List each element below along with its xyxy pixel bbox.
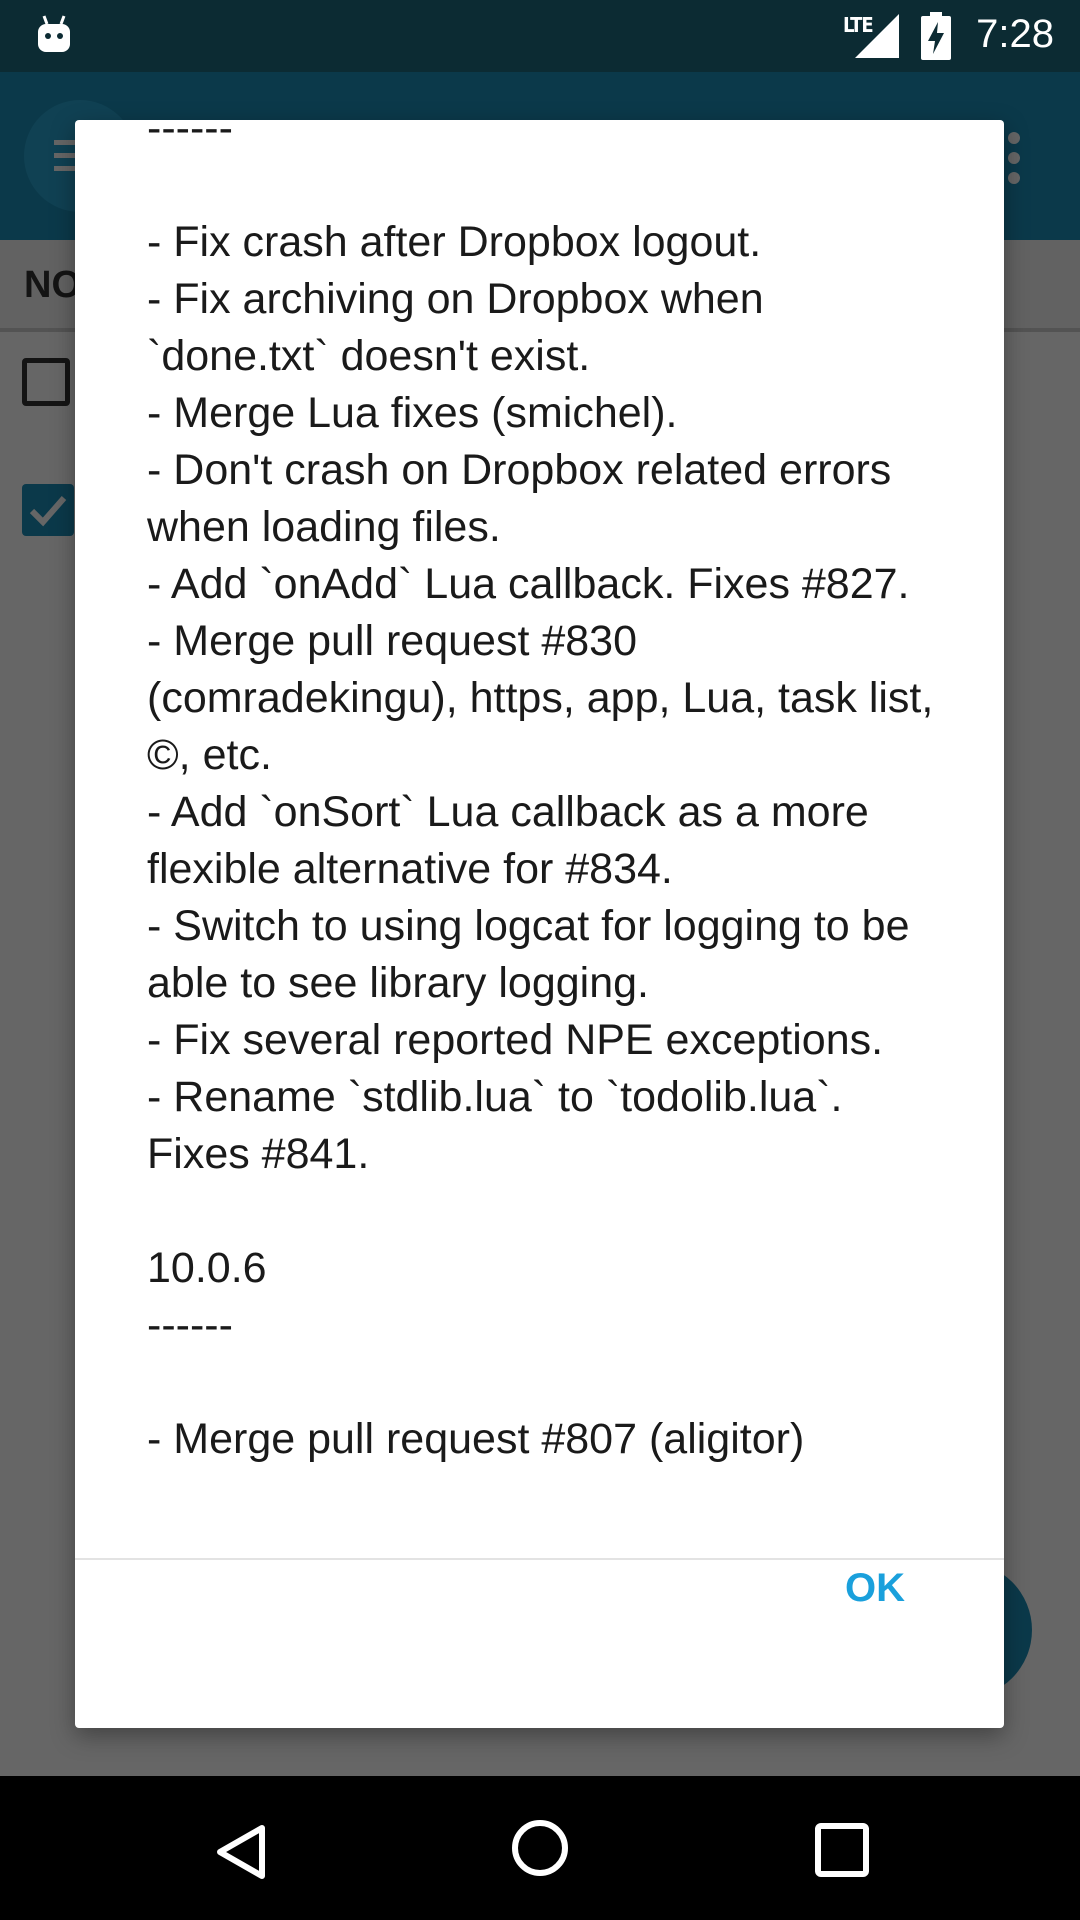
android-icon xyxy=(38,15,70,52)
signal-icon xyxy=(855,14,899,58)
ok-button[interactable]: OK xyxy=(820,1560,930,1616)
changelog-text: ------ - Fix crash after Dropbox logout.… xyxy=(147,120,934,1463)
recents-icon[interactable] xyxy=(812,1820,872,1880)
back-icon[interactable] xyxy=(212,1822,272,1882)
changelog-dialog: ------ - Fix crash after Dropbox logout.… xyxy=(75,120,1004,1728)
status-bar: LTE 7:28 xyxy=(0,0,1080,72)
dialog-scroll-area[interactable]: ------ - Fix crash after Dropbox logout.… xyxy=(75,120,1004,1558)
battery-charging-icon xyxy=(921,12,951,60)
home-icon[interactable] xyxy=(510,1818,570,1878)
navigation-bar xyxy=(0,1776,1080,1920)
clock: 7:28 xyxy=(976,12,1054,56)
